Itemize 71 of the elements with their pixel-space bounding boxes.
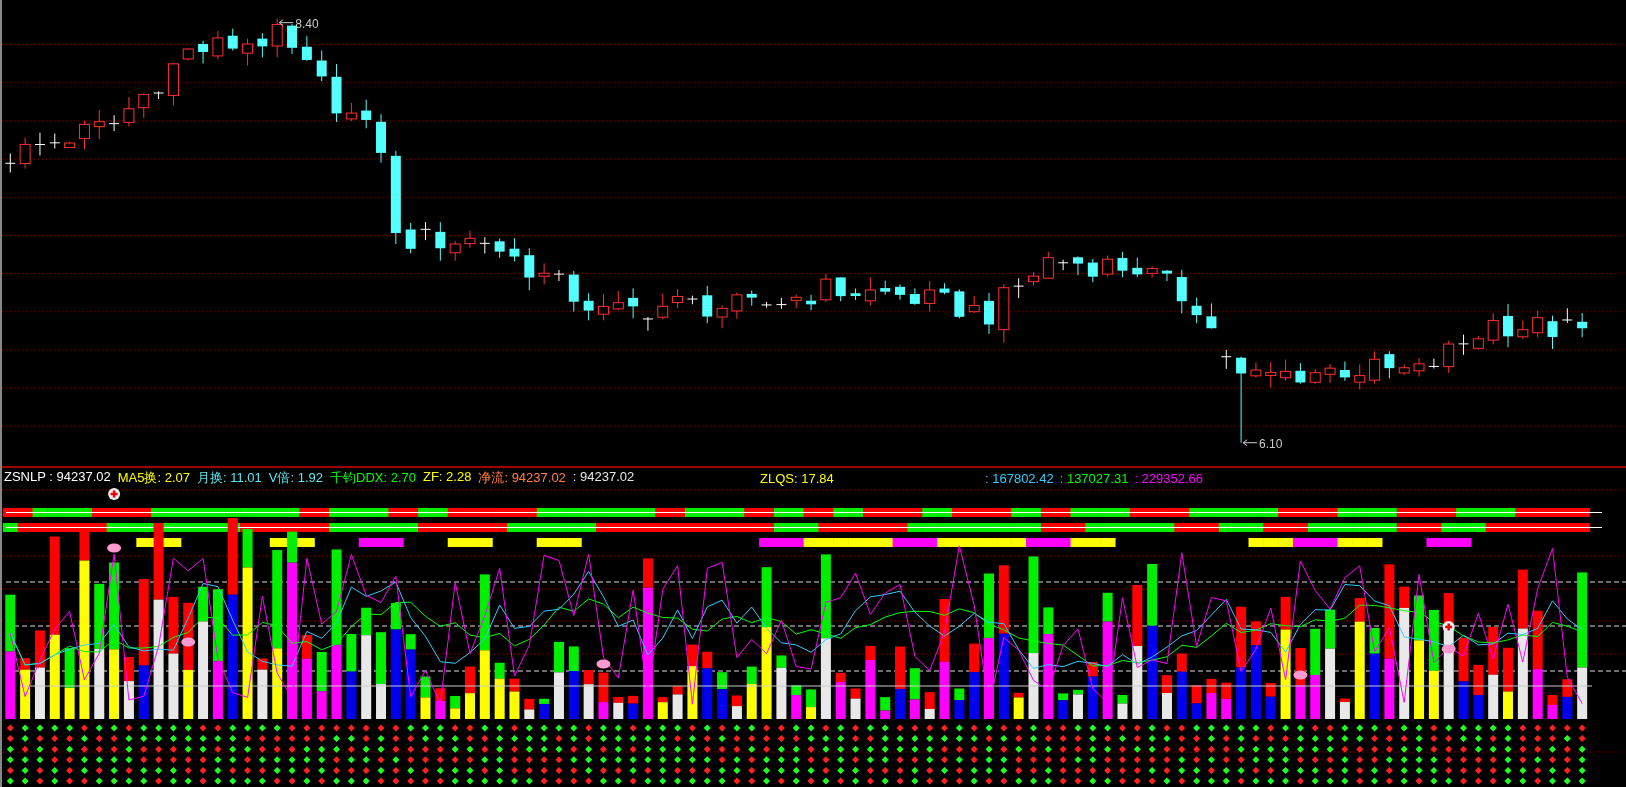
- stacked-bar: [494, 662, 505, 719]
- stacked-bar: [1547, 695, 1558, 719]
- stacked-bar: [524, 698, 535, 719]
- stacked-bar: [1087, 661, 1098, 719]
- stacked-bar: [1339, 698, 1350, 719]
- stacked-bar: [850, 688, 861, 719]
- gem-icon: [1441, 644, 1456, 654]
- gem-icon: [596, 659, 611, 669]
- stacked-bar: [123, 657, 134, 719]
- stacked-bar: [420, 676, 431, 719]
- indicator-readout: 千钧DDX: 2.70: [330, 469, 416, 487]
- stacked-bar: [880, 697, 891, 719]
- stacked-bar: [20, 658, 31, 719]
- plus-marker-icon: [1442, 621, 1455, 633]
- stacked-bar: [257, 658, 268, 719]
- stacked-bar: [731, 695, 742, 719]
- stacked-bar: [450, 695, 461, 719]
- stacked-bar: [1503, 647, 1513, 719]
- indicator-readout: ZLQS: 17.84: [760, 470, 834, 486]
- stacked-bar: [539, 698, 550, 719]
- stacked-bar: [657, 697, 668, 719]
- indicator-readout: : 94237.02: [572, 469, 635, 486]
- stacked-bar: [1221, 682, 1232, 719]
- stacked-bar: [1073, 689, 1083, 719]
- gem-icon: [1293, 670, 1308, 680]
- stacked-bar: [1117, 694, 1128, 719]
- stacked-bar: [628, 695, 639, 719]
- indicator-readout: ZF: 2.28: [423, 469, 472, 486]
- stacked-bar: [1562, 679, 1573, 719]
- low-price-label: 6.10: [1259, 436, 1283, 451]
- stacked-bar: [909, 668, 920, 719]
- stacked-bar: [1191, 685, 1202, 719]
- stacked-bar: [835, 672, 846, 719]
- stacked-bar: [1176, 653, 1187, 719]
- stacked-bar: [583, 670, 594, 719]
- indicator-readout: : 229352.66: [1134, 470, 1204, 486]
- stacked-bar: [717, 672, 728, 719]
- stacked-bar: [465, 666, 475, 719]
- high-price-label: 8.40: [295, 16, 319, 31]
- stacked-bar: [806, 689, 817, 719]
- stacked-bar: [435, 688, 446, 719]
- stacked-bar: [1206, 678, 1217, 719]
- stacked-bar: [791, 685, 802, 719]
- indicator-readout: MA5换: 2.07: [117, 469, 190, 487]
- gem-icon: [181, 637, 196, 647]
- stacked-bar: [598, 672, 609, 719]
- arrow-icon: [278, 19, 294, 27]
- stacked-bar: [776, 655, 787, 719]
- gem-icon: [107, 543, 122, 553]
- indicator-readout: : 137027.31: [1059, 470, 1129, 486]
- stacked-bar: [1265, 682, 1276, 719]
- stacked-bar: [613, 697, 624, 719]
- stacked-bar: [64, 648, 75, 719]
- stacked-bar: [316, 651, 327, 719]
- stacked-bar: [954, 688, 965, 719]
- stacked-bar: [746, 666, 757, 719]
- stacked-bar: [672, 686, 683, 719]
- indicator-readout: 净流: 94237.02: [478, 469, 566, 487]
- stacked-bar: [1473, 664, 1484, 719]
- indicator-readout: : 167802.42: [985, 470, 1054, 486]
- plus-marker-icon: [108, 488, 121, 500]
- indicator-readout: 月换: 11.01: [197, 469, 262, 487]
- stacked-bar: [702, 651, 713, 719]
- indicator-readout: ZSNLP : 94237.02: [4, 469, 111, 486]
- indicator-readout: V倍: 1.92: [268, 469, 323, 487]
- stacked-bar: [1161, 675, 1172, 719]
- stacked-bar: [509, 678, 520, 719]
- stacked-bar: [1058, 693, 1069, 719]
- arrow-icon: [1242, 439, 1258, 447]
- stacked-bar: [924, 692, 935, 719]
- stacked-bar: [1013, 692, 1024, 719]
